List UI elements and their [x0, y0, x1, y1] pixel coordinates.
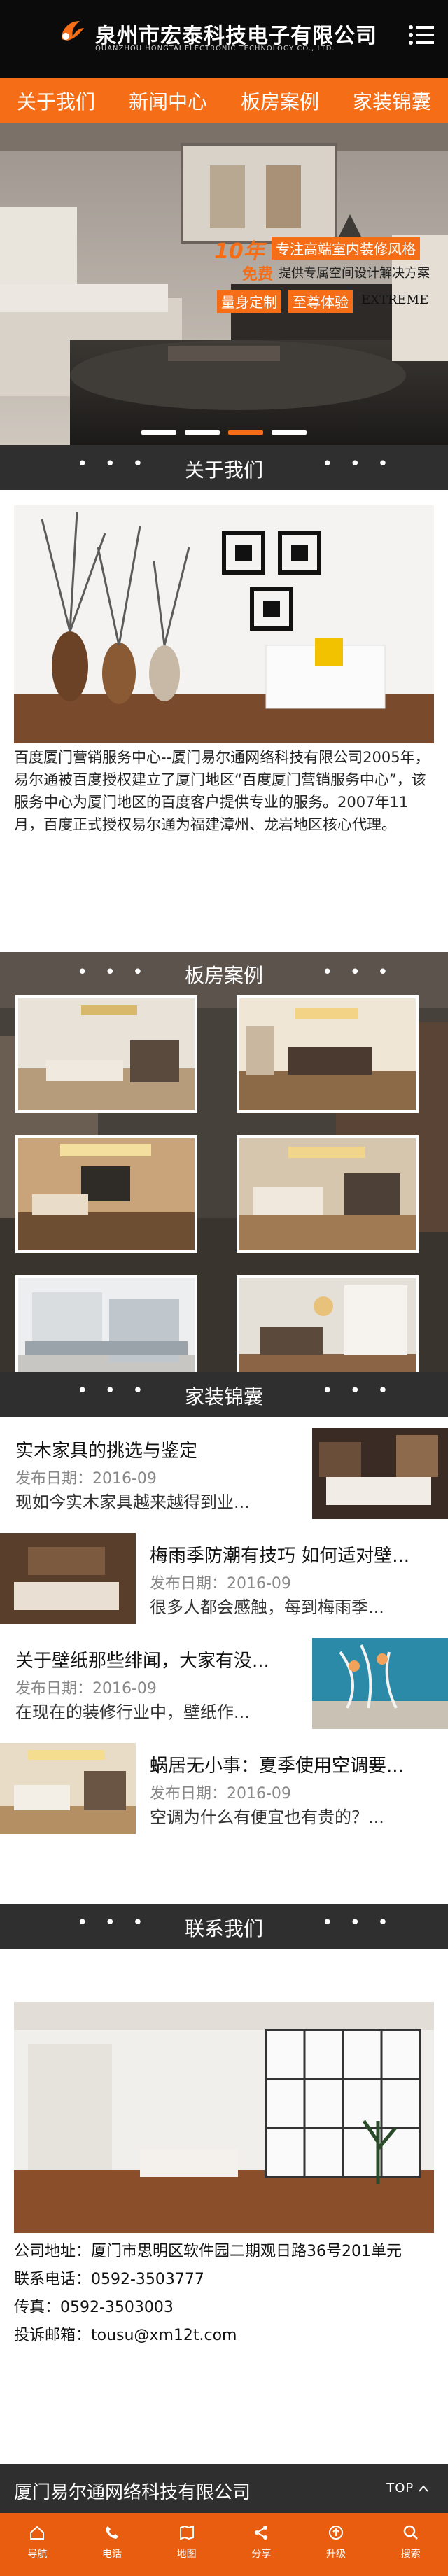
- bottom-toolbar: 导航 电话 地图 分享 升级 搜索: [0, 2513, 448, 2576]
- chevron-up-icon: [419, 2485, 428, 2492]
- news-item[interactable]: 梅雨季防潮有技巧 如何适对壁... 发布日期：2016-09 很多人都会感触，每…: [0, 1533, 448, 1624]
- toolbar-label: 分享: [251, 2549, 272, 2560]
- news-date: 发布日期：2016-09: [150, 1575, 291, 1592]
- news-image[interactable]: [0, 1533, 136, 1624]
- contact-section-header: • • • 联系我们 • • •: [0, 1904, 448, 1949]
- toolbar-upgrade-button[interactable]: 升级: [299, 2513, 374, 2576]
- slider-dot[interactable]: [141, 430, 176, 435]
- news-item[interactable]: 蜗居无小事：夏季使用空调要... 发布日期：2016-09 空调为什么有便宜也有…: [0, 1743, 448, 1834]
- news-summary: 现如今实木家具越来越得到业...: [15, 1492, 250, 1512]
- news-title[interactable]: 蜗居无小事：夏季使用空调要...: [150, 1751, 437, 1777]
- banner-slogan-1: 专注高端室内装修风格: [272, 237, 420, 260]
- toolbar-label: 搜索: [400, 2549, 421, 2560]
- nav-news[interactable]: 新闻中心: [129, 87, 207, 115]
- company-logo-icon[interactable]: [56, 15, 88, 48]
- company-name-english: QUANZHOU HONGTAI ELECTRONIC TECHNOLOGY C…: [95, 45, 335, 52]
- toolbar-phone-button[interactable]: 电话: [75, 2513, 150, 2576]
- main-nav: 关于我们 新闻中心 板房案例 家装锦囊: [0, 78, 448, 123]
- banner-tag-experience: 至尊体验: [288, 290, 353, 313]
- slider-dot[interactable]: [185, 430, 220, 435]
- menu-icon[interactable]: [409, 24, 434, 46]
- about-section-header: • • • 关于我们 • • •: [0, 445, 448, 490]
- phone-icon: [106, 2526, 118, 2539]
- site-footer: 厦门易尔通网络科技有限公司 TOP: [0, 2464, 448, 2513]
- upgrade-icon: [329, 2526, 344, 2540]
- contact-email[interactable]: 投诉邮箱：tousu@xm12t.com: [14, 2323, 237, 2345]
- news-section-header: • • • 家装锦囊 • • •: [0, 1372, 448, 1417]
- news-date: 发布日期：2016-09: [15, 1680, 157, 1698]
- slider-dot-active[interactable]: [228, 430, 263, 435]
- news-summary: 在现在的装修行业中，壁纸作...: [15, 1702, 250, 1722]
- contact-address: 公司地址：厦门市思明区软件园二期观日路36号201单元: [14, 2243, 402, 2260]
- nav-tips[interactable]: 家装锦囊: [353, 87, 431, 115]
- back-to-top-button[interactable]: TOP: [386, 2481, 428, 2496]
- decor-dots-right: • • •: [322, 1380, 394, 1401]
- toolbar-search-button[interactable]: 搜索: [373, 2513, 448, 2576]
- banner-tag-extreme: EXTREME: [361, 293, 429, 307]
- contact-image: [14, 2002, 434, 2233]
- back-to-top-label: TOP: [386, 2481, 414, 2496]
- toolbar-share-button[interactable]: 分享: [224, 2513, 299, 2576]
- case-thumbnail[interactable]: [237, 995, 419, 1113]
- toolbar-label: 地图: [176, 2549, 197, 2560]
- news-item[interactable]: 实木家具的挑选与鉴定 发布日期：2016-09 现如今实木家具越来越得到业...: [0, 1428, 448, 1519]
- news-summary: 很多人都会感触，每到梅雨季...: [150, 1597, 384, 1617]
- toolbar-label: 电话: [102, 2549, 122, 2560]
- footer-company: 厦门易尔通网络科技有限公司: [14, 2482, 251, 2503]
- share-icon: [255, 2526, 268, 2540]
- toolbar-label: 升级: [326, 2549, 346, 2560]
- decor-dots-right: • • •: [322, 962, 394, 983]
- news-date: 发布日期：2016-09: [15, 1470, 157, 1488]
- banner-years: 10年: [214, 239, 265, 264]
- home-icon: [30, 2526, 45, 2540]
- decor-dots-left: • • •: [77, 962, 149, 983]
- toolbar-nav-button[interactable]: 导航: [0, 2513, 75, 2576]
- news-title[interactable]: 梅雨季防潮有技巧 如何适对壁...: [150, 1541, 437, 1567]
- news-title[interactable]: 关于壁纸那些绯闻，大家有没...: [15, 1646, 302, 1672]
- contact-phone[interactable]: 联系电话：0592-3503777: [14, 2267, 204, 2289]
- search-icon: [403, 2525, 418, 2540]
- news-title[interactable]: 实木家具的挑选与鉴定: [15, 1436, 302, 1462]
- news-date: 发布日期：2016-09: [150, 1785, 291, 1802]
- toolbar-label: 导航: [27, 2549, 48, 2560]
- slider-dot[interactable]: [272, 430, 307, 435]
- nav-cases[interactable]: 板房案例: [241, 87, 319, 115]
- toolbar-map-button[interactable]: 地图: [149, 2513, 224, 2576]
- banner-slogan-2: 提供专属空间设计解决方案: [279, 266, 430, 281]
- case-thumbnail[interactable]: [15, 995, 197, 1113]
- decor-dots-right: • • •: [322, 454, 394, 475]
- nav-about[interactable]: 关于我们: [17, 87, 95, 115]
- about-text: 百度厦门营销服务中心--厦门易尔通网络科技有限公司2005年，易尔通被百度授权建…: [14, 749, 430, 833]
- case-thumbnail[interactable]: [237, 1135, 419, 1253]
- news-image[interactable]: [312, 1428, 448, 1519]
- cases-heading: 板房案例: [184, 964, 263, 987]
- map-icon: [179, 2525, 194, 2540]
- banner-free: 免费: [242, 266, 274, 284]
- about-image: [14, 505, 434, 743]
- slider-dots: [0, 424, 448, 438]
- banner-slider[interactable]: 10年 专注高端室内装修风格 免费 提供专属空间设计解决方案 量身定制 至尊体验…: [0, 123, 448, 445]
- decor-dots-right: • • •: [322, 1912, 394, 1933]
- site-header: 泉州市宏泰科技电子有限公司 QUANZHOU HONGTAI ELECTRONI…: [0, 0, 448, 78]
- banner-tag-custom: 量身定制: [217, 290, 281, 313]
- news-item[interactable]: 关于壁纸那些绯闻，大家有没... 发布日期：2016-09 在现在的装修行业中，…: [0, 1638, 448, 1729]
- news-image[interactable]: [0, 1743, 136, 1834]
- news-summary: 空调为什么有便宜也有贵的？...: [150, 1807, 384, 1827]
- news-image[interactable]: [312, 1638, 448, 1729]
- cases-section-header: • • • 板房案例 • • •: [0, 960, 448, 988]
- case-thumbnail[interactable]: [15, 1135, 197, 1253]
- contact-fax: 传真：0592-3503003: [14, 2299, 174, 2316]
